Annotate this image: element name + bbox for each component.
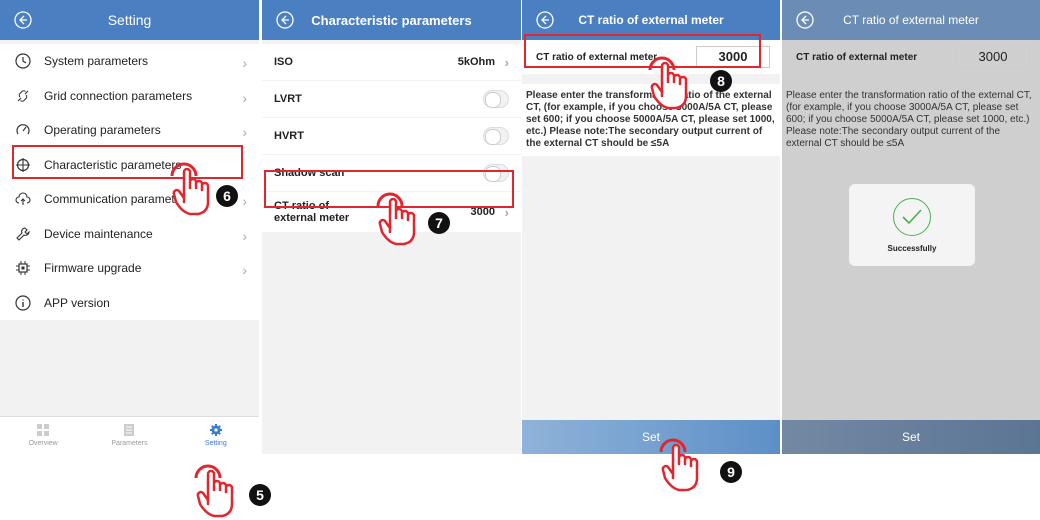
info-icon <box>14 294 32 312</box>
hand-pointer-icon <box>170 162 210 216</box>
back-icon[interactable] <box>796 11 814 29</box>
ct-ratio-success-screen: CT ratio of external meter CT ratio of e… <box>782 0 1040 454</box>
hand-pointer-icon <box>648 56 688 110</box>
chevron-right-icon: › <box>242 89 247 106</box>
success-dialog: Successfully <box>849 184 975 266</box>
bottom-tab-bar: Overview Parameters Setting <box>0 416 259 454</box>
step-6-badge: 6 <box>216 185 238 207</box>
chevron-right-icon: › <box>242 193 247 209</box>
chip-icon <box>14 259 32 277</box>
hvrt-label: HVRT <box>274 130 304 142</box>
ct-label-line2: external meter <box>274 212 350 224</box>
page-title: CT ratio of external meter <box>578 13 724 27</box>
document-icon <box>124 424 135 436</box>
menu-item-firmware-upgrade[interactable]: Firmware upgrade › <box>0 251 259 286</box>
hand-pointer-icon <box>659 438 699 492</box>
menu-item-system-parameters[interactable]: System parameters › <box>0 44 259 79</box>
step-7-badge: 7 <box>428 212 450 234</box>
step-5-badge: 5 <box>249 484 271 506</box>
hand-pointer-icon <box>194 464 234 518</box>
ct-ratio-description: Please enter the transformation ratio of… <box>782 84 1040 156</box>
page-title: Characteristic parameters <box>311 12 472 28</box>
iso-label: ISO <box>274 56 293 68</box>
header: Characteristic parameters <box>262 0 521 40</box>
menu-item-label: APP version <box>44 295 110 310</box>
menu-item-label: Grid connection parameters <box>44 88 193 103</box>
gauge-icon <box>14 121 32 139</box>
iso-row[interactable]: ISO 5kOhm › <box>262 44 521 80</box>
chevron-right-icon: › <box>504 54 509 70</box>
highlight-ct-ratio-input <box>524 34 761 68</box>
grid-icon <box>37 424 50 436</box>
lvrt-row: LVRT <box>262 81 521 117</box>
header: CT ratio of external meter <box>782 0 1040 40</box>
iso-value: 5kOhm <box>457 56 495 68</box>
menu-item-label: System parameters <box>44 54 149 69</box>
link-icon <box>14 87 32 105</box>
tab-parameters[interactable]: Parameters <box>86 417 172 454</box>
tab-label: Parameters <box>111 440 148 447</box>
check-icon <box>893 197 931 236</box>
menu-item-app-version[interactable]: APP version <box>0 286 259 321</box>
success-message: Successfully <box>887 243 937 253</box>
tab-overview[interactable]: Overview <box>0 417 86 454</box>
lvrt-toggle[interactable] <box>483 90 509 108</box>
step-9-badge: 9 <box>720 461 742 483</box>
back-icon[interactable] <box>276 11 294 29</box>
menu-item-label: Device maintenance <box>44 226 153 241</box>
chevron-right-icon: › <box>242 55 247 71</box>
cloud-upload-icon <box>14 190 32 208</box>
hvrt-toggle[interactable] <box>483 127 509 145</box>
ct-ratio-field-row: CT ratio of external meter 3000 <box>782 40 1040 74</box>
menu-item-grid-connection[interactable]: Grid connection parameters › <box>0 79 259 114</box>
ct-ratio-input[interactable]: 3000 <box>956 46 1030 68</box>
chevron-right-icon: › <box>242 262 247 278</box>
menu-item-label: Firmware upgrade <box>44 261 142 276</box>
set-button[interactable]: Set <box>782 420 1040 454</box>
menu-item-device-maintenance[interactable]: Device maintenance › <box>0 217 259 252</box>
chevron-right-icon: › <box>242 227 247 244</box>
set-button[interactable]: Set <box>522 420 780 454</box>
header: Setting <box>0 0 259 40</box>
wrench-icon <box>14 225 32 243</box>
setting-screen: Setting System parameters › Grid connect… <box>0 0 259 454</box>
step-8-badge: 8 <box>710 70 732 92</box>
gear-icon <box>209 424 222 436</box>
tab-label: Overview <box>28 440 58 447</box>
menu-item-label: Operating parameters <box>44 123 161 138</box>
page-title: CT ratio of external meter <box>843 13 979 27</box>
ct-ratio-field-label: CT ratio of external meter <box>796 51 918 63</box>
back-icon[interactable] <box>14 11 32 29</box>
tab-setting[interactable]: Setting <box>173 417 259 454</box>
page-title: Setting <box>107 12 152 28</box>
tab-label: Setting <box>204 440 227 447</box>
clock-icon <box>14 52 32 70</box>
chevron-right-icon: › <box>242 124 247 140</box>
hvrt-row: HVRT <box>262 118 521 154</box>
hand-pointer-icon <box>376 192 416 246</box>
back-icon[interactable] <box>536 11 554 29</box>
menu-item-operating-parameters[interactable]: Operating parameters › <box>0 113 259 148</box>
lvrt-label: LVRT <box>274 93 302 105</box>
